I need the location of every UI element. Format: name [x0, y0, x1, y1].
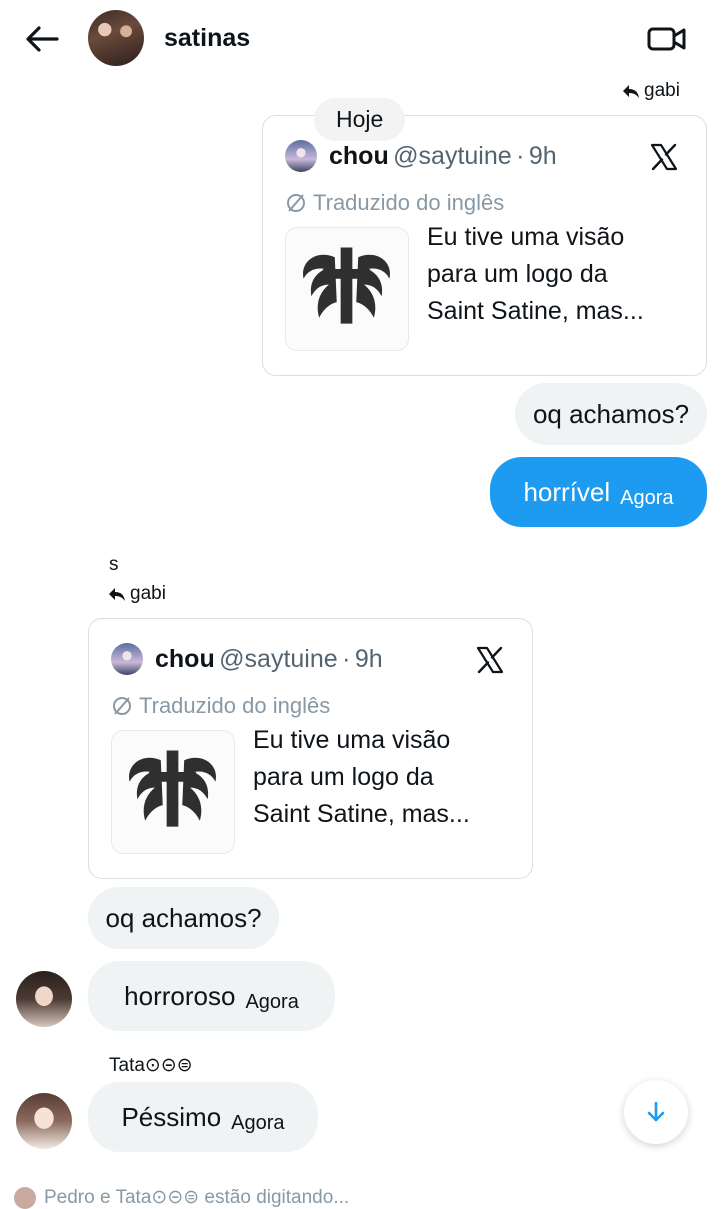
translated-label: Traduzido do inglês [285, 190, 504, 216]
back-arrow-icon[interactable] [24, 24, 60, 54]
reply-to-label: gabi [622, 80, 680, 102]
sender-avatar[interactable] [16, 1093, 72, 1149]
author-name: chou [329, 142, 389, 170]
reply-to-label: gabi [108, 583, 166, 605]
tweet-time: 9h [528, 142, 557, 170]
winged-cross-logo-icon [303, 247, 390, 324]
tweet-card[interactable]: chou @saytuine · 9h Traduzido do inglês … [88, 618, 533, 879]
message-bubble-sent[interactable]: horrível Agora [490, 457, 707, 527]
group-avatar[interactable] [88, 10, 144, 66]
conversation-title[interactable]: satinas [164, 24, 250, 53]
scroll-to-bottom-button[interactable] [624, 1080, 688, 1144]
author-handle: @saytuine [393, 142, 512, 170]
message-time: Agora [620, 486, 674, 509]
x-logo-icon [476, 646, 504, 674]
message-time: Agora [245, 990, 299, 1013]
x-logo-icon [650, 143, 678, 171]
sender-name: s [109, 554, 119, 575]
message-bubble[interactable]: horroroso Agora [88, 961, 335, 1031]
reply-arrow-icon [623, 85, 639, 98]
separator-dot: · [516, 142, 525, 170]
message-bubble[interactable]: Péssimo Agora [88, 1082, 318, 1152]
tweet-text: Eu tive uma visão para um logo da Saint … [427, 223, 644, 325]
translated-label: Traduzido do inglês [111, 693, 330, 719]
author-name: chou [155, 645, 215, 673]
video-camera-icon[interactable] [646, 24, 688, 54]
winged-cross-logo-icon [129, 750, 216, 827]
message-bubble[interactable]: oq achamos? [88, 887, 279, 949]
sender-avatar[interactable] [16, 971, 72, 1027]
tweet-time: 9h [354, 645, 383, 673]
reply-arrow-icon [109, 588, 125, 601]
typing-avatar [14, 1186, 36, 1209]
message-time: Agora [231, 1111, 285, 1134]
message-bubble[interactable]: oq achamos? [515, 383, 707, 445]
author-handle: @saytuine [219, 645, 338, 673]
sender-name: Tata⊙⊝⊜ [109, 1055, 193, 1076]
translate-icon [287, 194, 305, 212]
separator-dot: · [342, 645, 351, 673]
author-avatar [111, 643, 143, 675]
translate-icon [113, 697, 131, 715]
typing-indicator: Pedro e Tata⊙⊝⊜ estão digitando... [14, 1186, 349, 1209]
tweet-image-thumbnail [111, 730, 235, 854]
tweet-card[interactable]: chou @saytuine · 9h Traduzido do inglês … [262, 115, 707, 376]
tweet-text: Eu tive uma visão para um logo da Saint … [253, 726, 470, 828]
arrow-down-icon [647, 1101, 665, 1122]
author-avatar [285, 140, 317, 172]
day-separator: Hoje [314, 98, 406, 141]
tweet-image-thumbnail [285, 227, 409, 351]
